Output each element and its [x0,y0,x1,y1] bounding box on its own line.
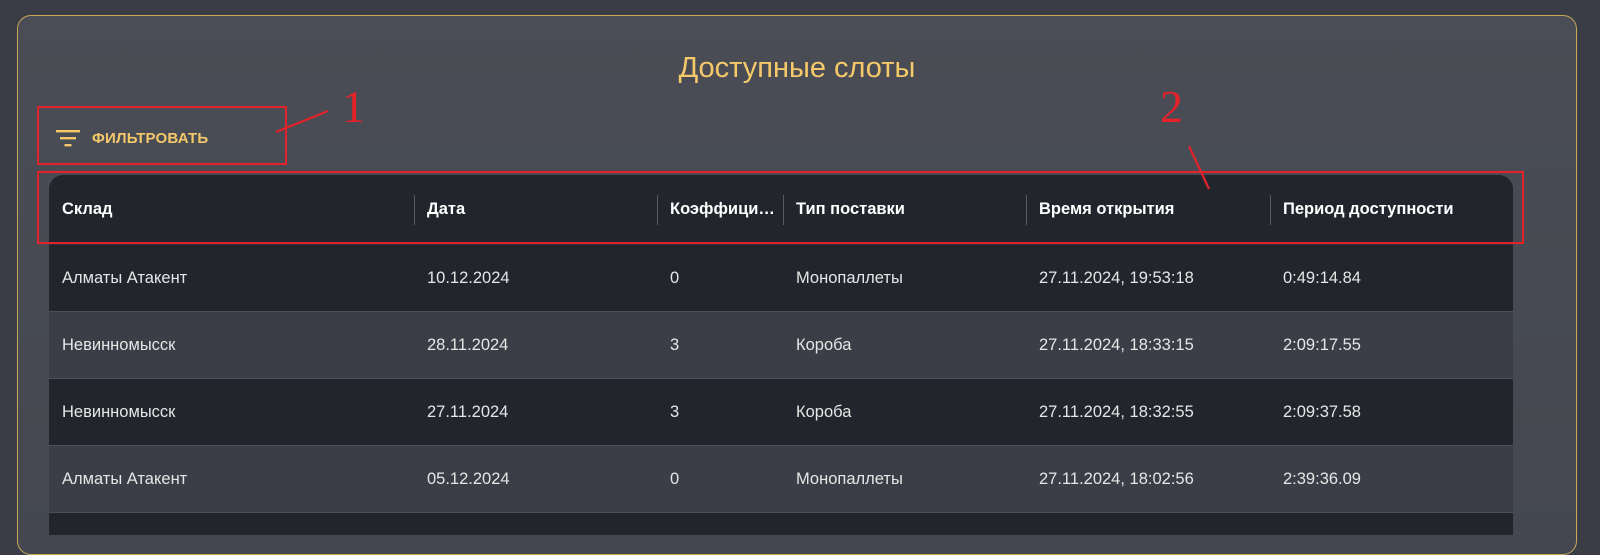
slots-table: Склад Дата Коэффици… Тип поставки Время … [49,175,1513,535]
table-row[interactable]: Невинномысск 28.11.2024 3 Короба 27.11.2… [49,312,1513,379]
cell-open-time: 27.11.2024, 18:32:55 [1039,402,1194,421]
annotation-label-1: 1 [342,81,365,132]
cell-availability-period: 2:09:17.55 [1283,335,1361,354]
cell-supply-type: Монопаллеты [796,268,903,287]
filter-button-label: ФИЛЬТРОВАТЬ [92,129,209,147]
page-title: Доступные слоты [678,52,916,84]
column-header-open-time[interactable]: Время открытия [1026,175,1270,244]
table-row[interactable]: Алматы Атакент 05.12.2024 0 Монопаллеты … [49,446,1513,513]
column-header-coefficient[interactable]: Коэффици… [657,175,783,244]
cell-date: 05.12.2024 [427,469,510,488]
table-row[interactable]: Невинномысск 27.11.2024 3 Короба 27.11.2… [49,379,1513,446]
cell-coefficient: 3 [670,402,680,421]
table-row[interactable]: Алматы Атакент 10.12.2024 0 Монопаллеты … [49,245,1513,312]
cell-open-time: 27.11.2024, 18:02:56 [1039,469,1194,488]
cell-supply-type: Монопаллеты [796,469,903,488]
cell-availability-period: 2:09:37.58 [1283,402,1361,421]
cell-coefficient: 3 [670,335,680,354]
cell-warehouse: Алматы Атакент [62,469,188,488]
cell-coefficient: 0 [670,268,680,287]
cell-date: 28.11.2024 [427,335,509,354]
cell-warehouse: Невинномысск [62,335,176,354]
cell-open-time: 27.11.2024, 18:33:15 [1039,335,1194,354]
column-header-date[interactable]: Дата [414,175,657,244]
filter-list-icon [56,129,80,147]
column-header-availability-period[interactable]: Период доступности [1270,175,1513,244]
table-header-row: Склад Дата Коэффици… Тип поставки Время … [49,175,1513,245]
cell-date: 27.11.2024 [427,402,509,421]
annotation-label-2: 2 [1160,81,1183,132]
cell-warehouse: Алматы Атакент [62,268,188,287]
cell-availability-period: 2:39:36.09 [1283,469,1361,488]
filter-button[interactable]: ФИЛЬТРОВАТЬ [40,112,224,164]
cell-availability-period: 0:49:14.84 [1283,268,1361,287]
column-header-warehouse[interactable]: Склад [49,175,414,244]
cell-open-time: 27.11.2024, 19:53:18 [1039,268,1194,287]
cell-coefficient: 0 [670,469,680,488]
cell-supply-type: Короба [796,402,852,421]
column-header-supply-type[interactable]: Тип поставки [783,175,1026,244]
cell-supply-type: Короба [796,335,852,354]
cell-date: 10.12.2024 [427,268,510,287]
cell-warehouse: Невинномысск [62,402,176,421]
